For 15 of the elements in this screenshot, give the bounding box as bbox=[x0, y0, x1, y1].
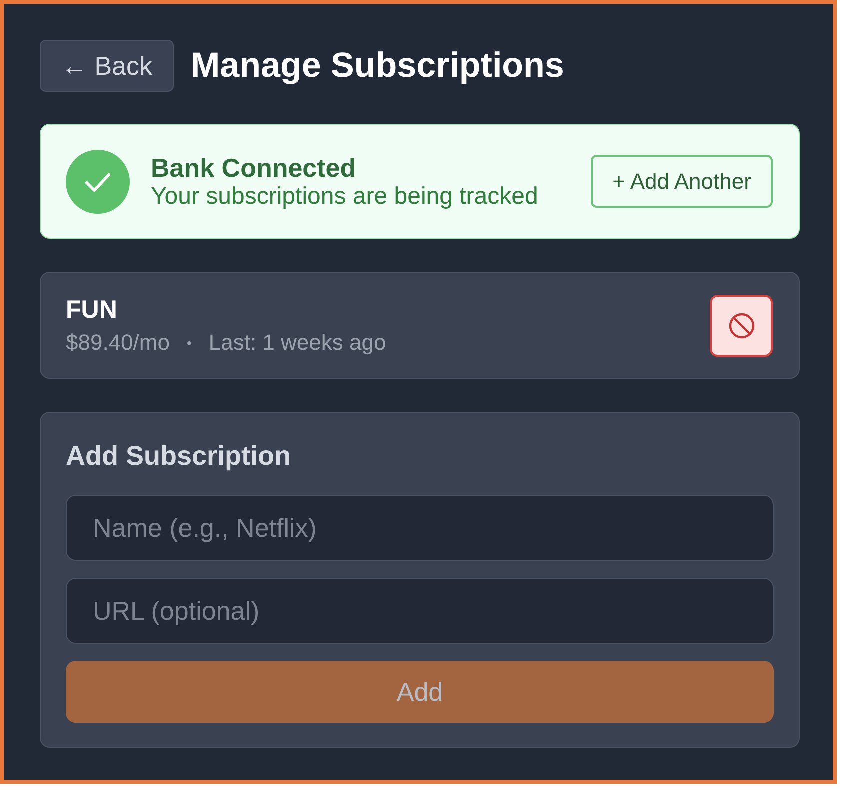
banner-subtitle: Your subscriptions are being tracked bbox=[151, 182, 540, 210]
separator-dot: • bbox=[186, 334, 192, 352]
input-field[interactable]: Name (e.g., Netflix) bbox=[66, 495, 774, 561]
back-button[interactable]: ← Back bbox=[40, 40, 174, 92]
prohibited-icon bbox=[728, 312, 754, 338]
check-circle-icon bbox=[66, 150, 130, 214]
banner-title: Bank Connected bbox=[151, 152, 358, 182]
input-field[interactable]: URL (optional) bbox=[66, 578, 774, 644]
form-title: Add Subscription bbox=[66, 440, 292, 472]
subscription-name: FUN bbox=[66, 294, 118, 324]
page-title: Manage Subscriptions bbox=[191, 45, 564, 87]
last-charge-text: Last: 1 weeks ago bbox=[208, 328, 386, 356]
block-button[interactable] bbox=[710, 294, 773, 356]
subscription-price: $89.40/mo bbox=[66, 328, 170, 356]
add-another-button[interactable]: + Add Another bbox=[591, 155, 773, 208]
